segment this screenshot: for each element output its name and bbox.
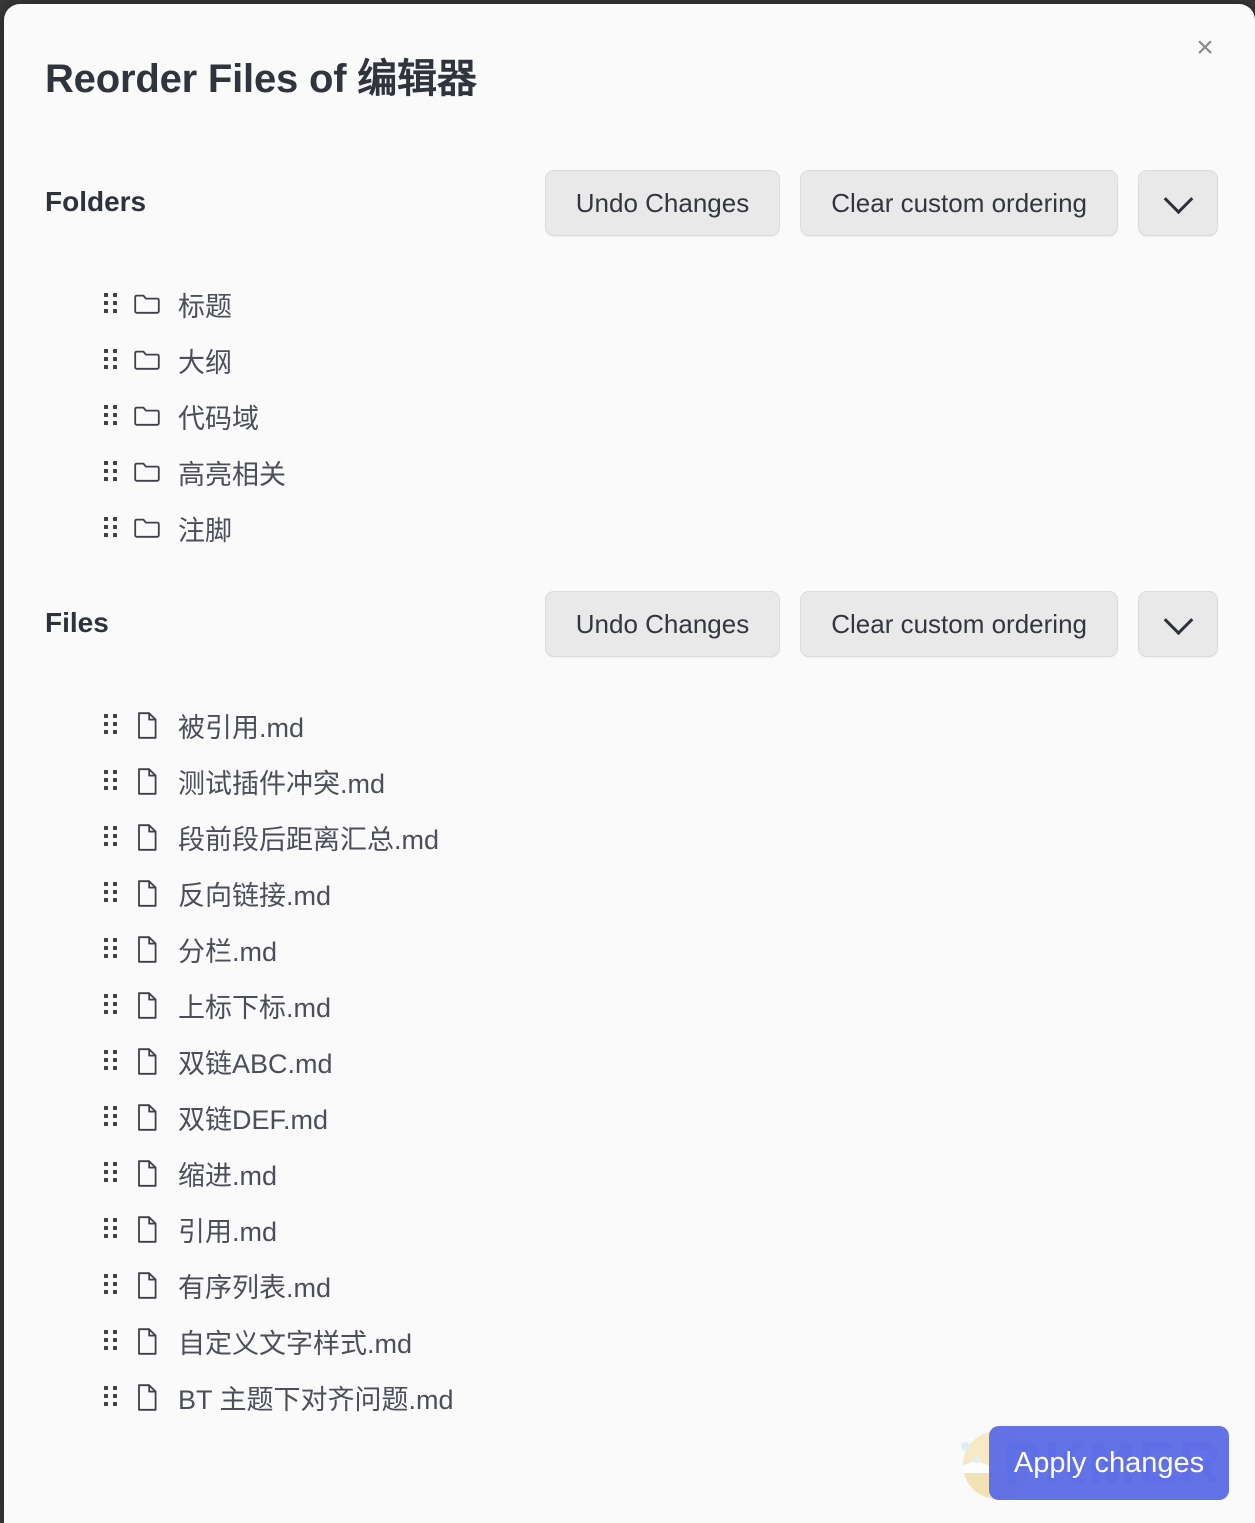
file-name: 自定义文字样式.md [178,1328,413,1359]
folders-section-header: Folders Undo Changes Clear custom orderi… [4,170,1255,240]
drag-handle-icon[interactable] [104,517,118,539]
file-icon [134,710,160,740]
drag-handle-icon[interactable] [104,770,118,792]
file-icon [134,1158,160,1188]
files-clear-custom-ordering-button[interactable]: Clear custom ordering [800,591,1118,657]
file-icon [134,822,160,852]
file-row[interactable]: 分栏.md [4,921,1255,977]
apply-changes-area: PKMER Apply changes [959,1424,1249,1523]
chevron-down-icon [1163,183,1193,214]
watermark-dot [961,1442,970,1451]
file-name: 分栏.md [178,936,278,967]
file-row[interactable]: 上标下标.md [4,977,1255,1033]
folder-icon [134,401,160,431]
close-icon[interactable]: × [1181,24,1229,72]
file-row[interactable]: 被引用.md [4,697,1255,753]
file-row[interactable]: 双链ABC.md [4,1033,1255,1089]
folder-row[interactable]: 大纲 [4,332,1255,388]
folders-heading: Folders [45,186,147,217]
drag-handle-icon[interactable] [104,1218,118,1240]
file-row[interactable]: 反向链接.md [4,865,1255,921]
file-name: 反向链接.md [178,880,332,911]
drag-handle-icon[interactable] [104,994,118,1016]
file-icon [134,990,160,1020]
file-row[interactable]: 双链DEF.md [4,1089,1255,1145]
folder-row[interactable]: 标题 [4,276,1255,332]
folder-row[interactable]: 高亮相关 [4,444,1255,500]
drag-handle-icon[interactable] [104,1162,118,1184]
chevron-down-icon [1163,604,1193,635]
files-undo-changes-button[interactable]: Undo Changes [544,591,781,657]
file-name: 上标下标.md [178,992,332,1023]
folders-list: 标题大纲代码域高亮相关注脚 [4,276,1255,556]
files-more-button[interactable] [1138,591,1218,657]
file-row[interactable]: 测试插件冲突.md [4,753,1255,809]
folder-icon [134,457,160,487]
file-row[interactable]: 有序列表.md [4,1257,1255,1313]
file-row[interactable]: 缩进.md [4,1145,1255,1201]
folder-row[interactable]: 注脚 [4,500,1255,556]
folder-icon [134,289,160,319]
drag-handle-icon[interactable] [104,882,118,904]
folder-icon [134,513,160,543]
drag-handle-icon[interactable] [104,826,118,848]
file-name: 有序列表.md [178,1272,332,1303]
folders-actions: Undo Changes Clear custom ordering [544,170,1218,236]
file-icon [134,1270,160,1300]
folder-name: 注脚 [178,515,232,546]
drag-handle-icon[interactable] [104,1274,118,1296]
drag-handle-icon[interactable] [104,938,118,960]
drag-handle-icon[interactable] [104,405,118,427]
drag-handle-icon[interactable] [104,1106,118,1128]
file-icon [134,934,160,964]
file-row[interactable]: BT 主题下对齐问题.md [4,1369,1255,1425]
files-actions: Undo Changes Clear custom ordering [544,591,1218,657]
folder-name: 高亮相关 [178,459,286,490]
file-icon [134,1102,160,1132]
file-icon [134,1046,160,1076]
drag-handle-icon[interactable] [104,349,118,371]
file-name: 双链DEF.md [178,1104,329,1135]
files-list: 被引用.md 测试插件冲突.md 段前段后距离汇总.md 反向链接.md 分栏.md 上标… [4,697,1255,1425]
folders-more-button[interactable] [1138,170,1218,236]
files-heading: Files [45,607,109,638]
drag-handle-icon[interactable] [104,461,118,483]
file-icon [134,878,160,908]
folders-clear-custom-ordering-button[interactable]: Clear custom ordering [800,170,1118,236]
drag-handle-icon[interactable] [104,1330,118,1352]
folder-name: 标题 [178,291,232,322]
file-name: 双链ABC.md [178,1048,333,1079]
file-name: 被引用.md [178,712,305,743]
file-name: 测试插件冲突.md [178,768,386,799]
file-name: 段前段后距离汇总.md [178,824,440,855]
file-name: BT 主题下对齐问题.md [178,1384,454,1415]
file-name: 缩进.md [178,1160,278,1191]
file-name: 引用.md [178,1216,278,1247]
drag-handle-icon[interactable] [104,293,118,315]
folder-row[interactable]: 代码域 [4,388,1255,444]
apply-changes-button[interactable]: Apply changes [989,1426,1229,1500]
drag-handle-icon[interactable] [104,1050,118,1072]
file-row[interactable]: 自定义文字样式.md [4,1313,1255,1369]
page-title: Reorder Files of 编辑器 [45,57,477,101]
watermark-dot [973,1456,980,1463]
file-row[interactable]: 引用.md [4,1201,1255,1257]
folders-undo-changes-button[interactable]: Undo Changes [544,170,781,236]
file-row[interactable]: 段前段后距离汇总.md [4,809,1255,865]
drag-handle-icon[interactable] [104,1386,118,1408]
reorder-files-modal: × Reorder Files of 编辑器 Folders Undo Chan… [4,4,1255,1523]
folder-name: 大纲 [178,347,232,378]
file-icon [134,1326,160,1356]
folder-name: 代码域 [178,403,259,434]
files-section-header: Files Undo Changes Clear custom ordering [4,591,1255,661]
folder-icon [134,345,160,375]
file-icon [134,766,160,796]
file-icon [134,1382,160,1412]
file-icon [134,1214,160,1244]
drag-handle-icon[interactable] [104,714,118,736]
